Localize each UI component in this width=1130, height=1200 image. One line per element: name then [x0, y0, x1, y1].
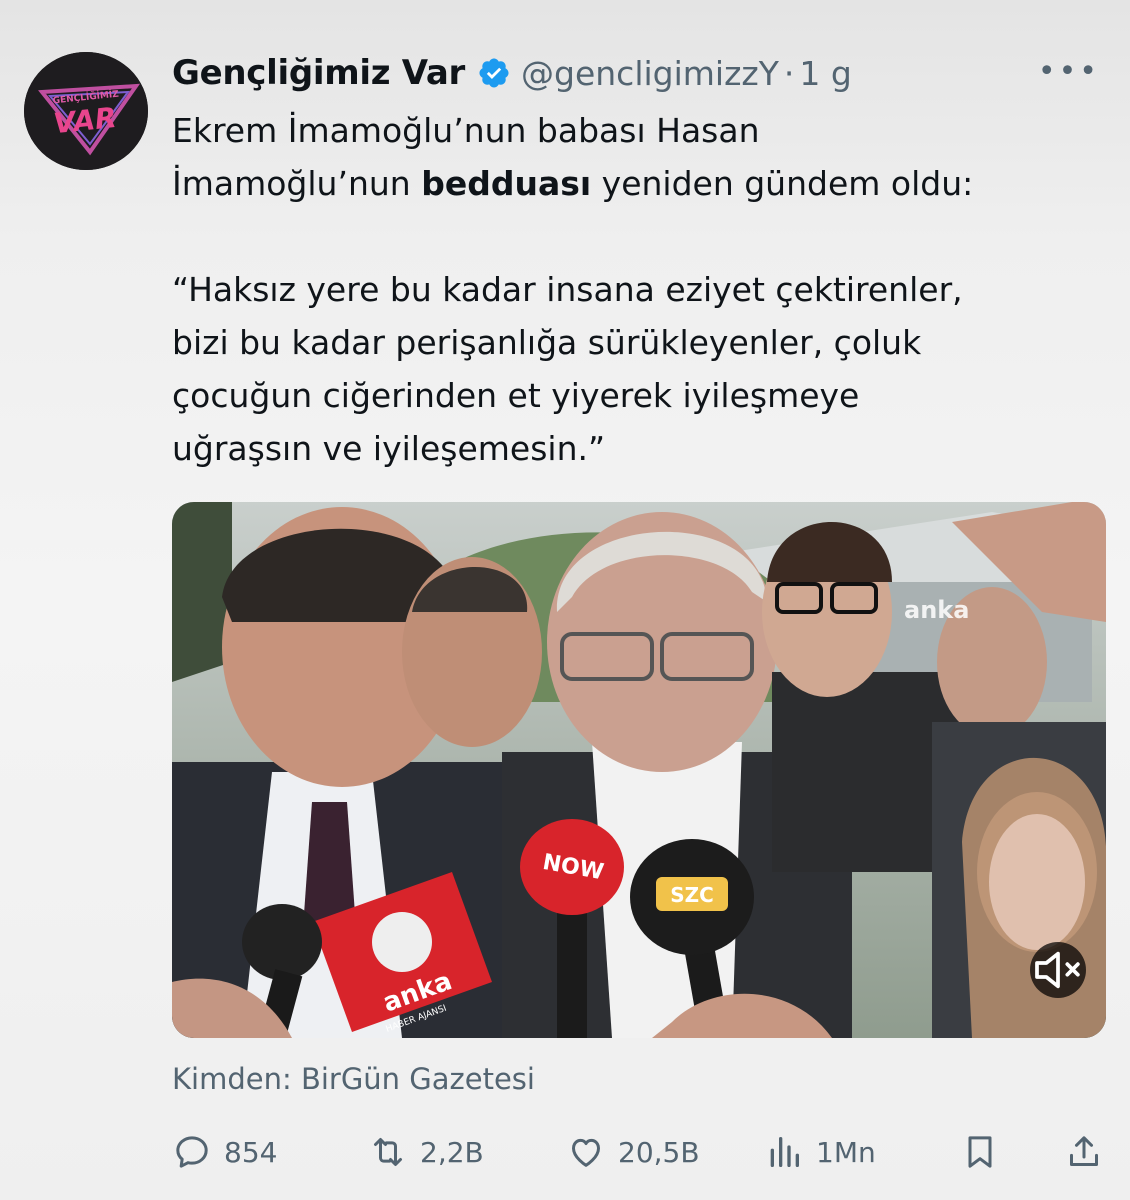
- tweet-action-bar: 854 2,2B 20,5B 1Mn: [172, 1122, 1102, 1182]
- tweet-video[interactable]: anka HABER AJANSI NOW SZC anka: [172, 502, 1106, 1038]
- repost-count: 2,2B: [420, 1135, 484, 1169]
- author-handle[interactable]: @gencligimizzY: [521, 54, 779, 93]
- view-count: 1Mn: [816, 1135, 876, 1169]
- tweet-quote: “Haksız yere bu kadar insana eziyet çekt…: [172, 270, 963, 468]
- bookmark-button[interactable]: [960, 1122, 1012, 1182]
- speaker-muted-icon: [1035, 951, 1080, 989]
- heart-icon: [572, 1138, 600, 1167]
- like-button[interactable]: 20,5B: [566, 1122, 700, 1182]
- more-options-icon[interactable]: •••: [1038, 54, 1100, 89]
- share-icon: [1070, 1136, 1098, 1166]
- tweet-text: Ekrem İmamoğlu’nun babası Hasan İmamoğlu…: [172, 104, 1112, 475]
- author-display-name[interactable]: Gençliğimiz Var: [172, 53, 465, 93]
- reply-count: 854: [224, 1135, 278, 1169]
- author-avatar[interactable]: GENÇLİĞİMİZ VAR: [24, 52, 148, 170]
- tweet-line-1: Ekrem İmamoğlu’nun babası Hasan: [172, 111, 760, 150]
- like-count: 20,5B: [618, 1135, 700, 1169]
- tweet-bold-word: bedduası: [421, 164, 592, 203]
- video-watermark: anka: [904, 596, 969, 624]
- bookmark-icon: [968, 1136, 992, 1168]
- mute-toggle-button[interactable]: [1030, 942, 1086, 998]
- avatar-logo-image: GENÇLİĞİMİZ VAR: [24, 52, 148, 170]
- reply-icon: [176, 1136, 208, 1168]
- analytics-icon: [770, 1137, 799, 1167]
- media-source-attribution[interactable]: Kimden: BirGün Gazetesi: [172, 1062, 535, 1096]
- tweet-line-2-suffix: yeniden gündem oldu:: [591, 164, 974, 203]
- tweet-header: Gençliğimiz Var @gencligimizzY · 1 g •••: [172, 48, 1110, 98]
- verified-badge-icon: [477, 56, 511, 90]
- avatar-text-main: VAR: [52, 101, 118, 140]
- reply-button[interactable]: 854: [172, 1122, 277, 1182]
- share-button[interactable]: [1064, 1122, 1116, 1182]
- views-button[interactable]: 1Mn: [764, 1122, 876, 1182]
- header-separator: ·: [783, 53, 795, 93]
- tweet-line-2-prefix: İmamoğlu’nun: [172, 164, 422, 203]
- tweet-timestamp[interactable]: 1 g: [799, 54, 851, 93]
- szc-mic-label: SZC: [670, 883, 714, 907]
- repost-icon: [374, 1138, 402, 1166]
- repost-button[interactable]: 2,2B: [368, 1122, 484, 1182]
- video-frame-image: anka HABER AJANSI NOW SZC anka: [172, 502, 1106, 1038]
